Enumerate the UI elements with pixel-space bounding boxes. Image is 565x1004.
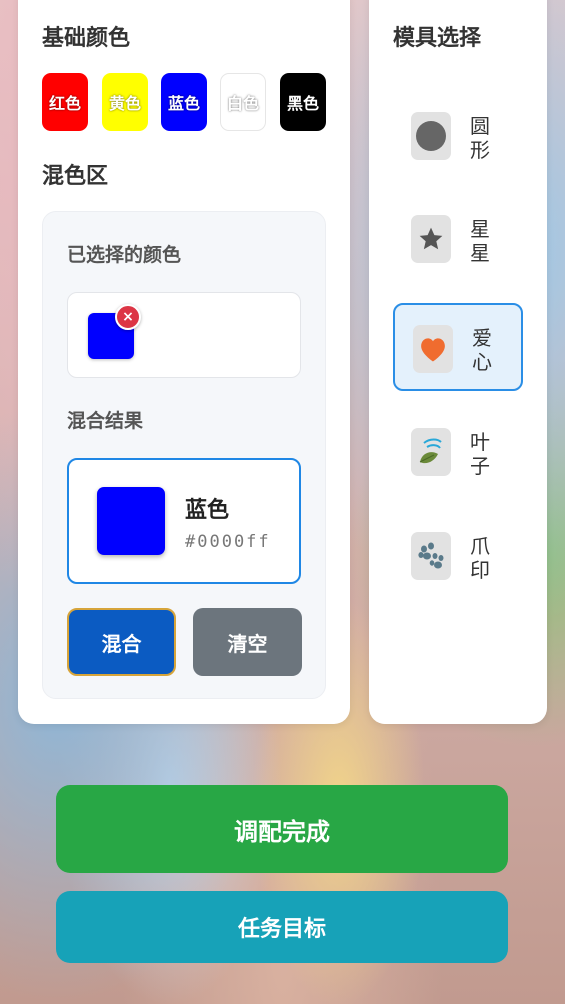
swatch-black-label: 黑色 bbox=[286, 94, 319, 113]
selected-colors-box: × bbox=[67, 292, 301, 378]
result-color-name: 蓝色 bbox=[185, 498, 230, 523]
finish-mixing-button[interactable]: 调配完成 bbox=[56, 785, 508, 873]
mold-star[interactable]: 星星 bbox=[393, 196, 523, 284]
color-panel: 基础颜色 红色 黄色 蓝色 白色 黑色 混色区 已选择的颜色 × 混合结果 蓝色… bbox=[18, 0, 350, 724]
mold-select-title: 模具选择 bbox=[393, 26, 482, 51]
swatch-white-label: 白色 bbox=[226, 94, 259, 113]
leaf-icon bbox=[411, 428, 451, 476]
mold-star-label: 星星 bbox=[470, 217, 490, 265]
star-icon bbox=[411, 215, 451, 263]
result-color-swatch bbox=[97, 487, 165, 555]
mold-panel: 模具选择 圆形 星星 爱心 叶子 爪印 bbox=[369, 0, 547, 724]
mold-leaf-label: 叶子 bbox=[470, 430, 490, 478]
heart-icon bbox=[413, 325, 453, 373]
swatch-yellow-label: 黄色 bbox=[108, 94, 141, 113]
swatch-white[interactable]: 白色 bbox=[220, 73, 266, 131]
remove-color-button[interactable]: × bbox=[115, 304, 141, 330]
mold-paw-label: 爪印 bbox=[470, 534, 490, 582]
task-goal-button[interactable]: 任务目标 bbox=[56, 891, 508, 963]
mold-circle-label: 圆形 bbox=[470, 114, 490, 162]
swatch-yellow[interactable]: 黄色 bbox=[102, 73, 148, 131]
close-icon: × bbox=[122, 309, 134, 325]
paw-icon bbox=[411, 532, 451, 580]
mix-result-title: 混合结果 bbox=[67, 410, 144, 432]
selected-colors-title: 已选择的颜色 bbox=[67, 244, 182, 266]
mold-circle[interactable]: 圆形 bbox=[393, 93, 523, 181]
swatch-blue-label: 蓝色 bbox=[167, 94, 200, 113]
mix-result-box: 蓝色 #0000ff bbox=[67, 458, 301, 584]
mix-button[interactable]: 混合 bbox=[67, 608, 176, 676]
base-colors-title: 基础颜色 bbox=[42, 26, 131, 51]
mold-leaf[interactable]: 叶子 bbox=[393, 409, 523, 497]
swatch-red[interactable]: 红色 bbox=[42, 73, 88, 131]
mold-paw[interactable]: 爪印 bbox=[393, 513, 523, 601]
clear-button[interactable]: 清空 bbox=[193, 608, 302, 676]
mold-heart[interactable]: 爱心 bbox=[393, 303, 523, 391]
swatch-red-label: 红色 bbox=[48, 94, 81, 113]
result-color-hex: #0000ff bbox=[185, 532, 271, 552]
swatch-blue[interactable]: 蓝色 bbox=[161, 73, 207, 131]
mix-area: 已选择的颜色 × 混合结果 蓝色 #0000ff 混合 清空 bbox=[42, 211, 326, 699]
circle-icon bbox=[411, 112, 451, 160]
mold-heart-label: 爱心 bbox=[472, 326, 492, 374]
mix-area-title: 混色区 bbox=[42, 164, 109, 189]
swatch-black[interactable]: 黑色 bbox=[280, 73, 326, 131]
